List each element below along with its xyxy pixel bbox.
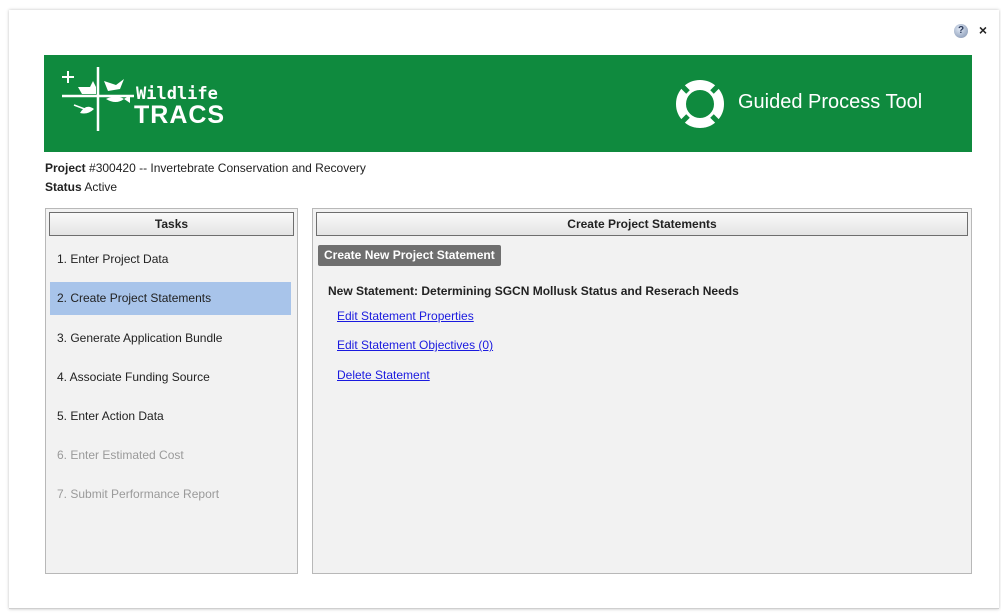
edit-statement-objectives-link[interactable]: Edit Statement Objectives (0) bbox=[337, 338, 493, 352]
task-item-enter-estimated-cost: 6. Enter Estimated Cost bbox=[57, 448, 184, 462]
delete-statement-link[interactable]: Delete Statement bbox=[337, 368, 430, 382]
header-banner: Wildlife TRACS Guided Process Tool bbox=[44, 55, 972, 152]
status-info: Status Active bbox=[45, 180, 117, 194]
tasks-header: Tasks bbox=[49, 212, 294, 236]
statement-title: New Statement: Determining SGCN Mollusk … bbox=[328, 284, 739, 298]
task-item-enter-action-data[interactable]: 5. Enter Action Data bbox=[50, 400, 291, 433]
tasks-panel: Tasks 1. Enter Project Data 2. Create Pr… bbox=[45, 208, 298, 574]
project-info: Project #300420 -- Invertebrate Conserva… bbox=[45, 161, 366, 175]
statements-header: Create Project Statements bbox=[316, 212, 968, 236]
edit-statement-properties-link[interactable]: Edit Statement Properties bbox=[337, 309, 474, 323]
logo-wordmark-bottom: TRACS bbox=[134, 101, 226, 129]
help-icon[interactable]: ? bbox=[954, 24, 968, 38]
project-label: Project bbox=[45, 161, 86, 175]
life-ring-icon bbox=[676, 80, 724, 128]
task-item-submit-performance-report: 7. Submit Performance Report bbox=[57, 487, 220, 501]
statements-panel: Create Project Statements Create New Pro… bbox=[312, 208, 972, 574]
project-value: #300420 -- Invertebrate Conservation and… bbox=[89, 161, 366, 175]
create-new-statement-button[interactable]: Create New Project Statement bbox=[318, 245, 501, 266]
task-item-create-project-statements[interactable]: 2. Create Project Statements bbox=[50, 282, 291, 315]
task-item-generate-application-bundle[interactable]: 3. Generate Application Bundle bbox=[50, 322, 291, 355]
task-item-associate-funding-source[interactable]: 4. Associate Funding Source bbox=[50, 361, 291, 394]
status-label: Status bbox=[45, 180, 82, 194]
task-item-enter-project-data[interactable]: 1. Enter Project Data bbox=[50, 243, 291, 276]
status-value: Active bbox=[84, 180, 118, 194]
tool-title: Guided Process Tool bbox=[738, 91, 923, 113]
wildlife-tracs-logo: Wildlife TRACS bbox=[60, 65, 230, 141]
close-icon[interactable]: × bbox=[976, 22, 990, 38]
